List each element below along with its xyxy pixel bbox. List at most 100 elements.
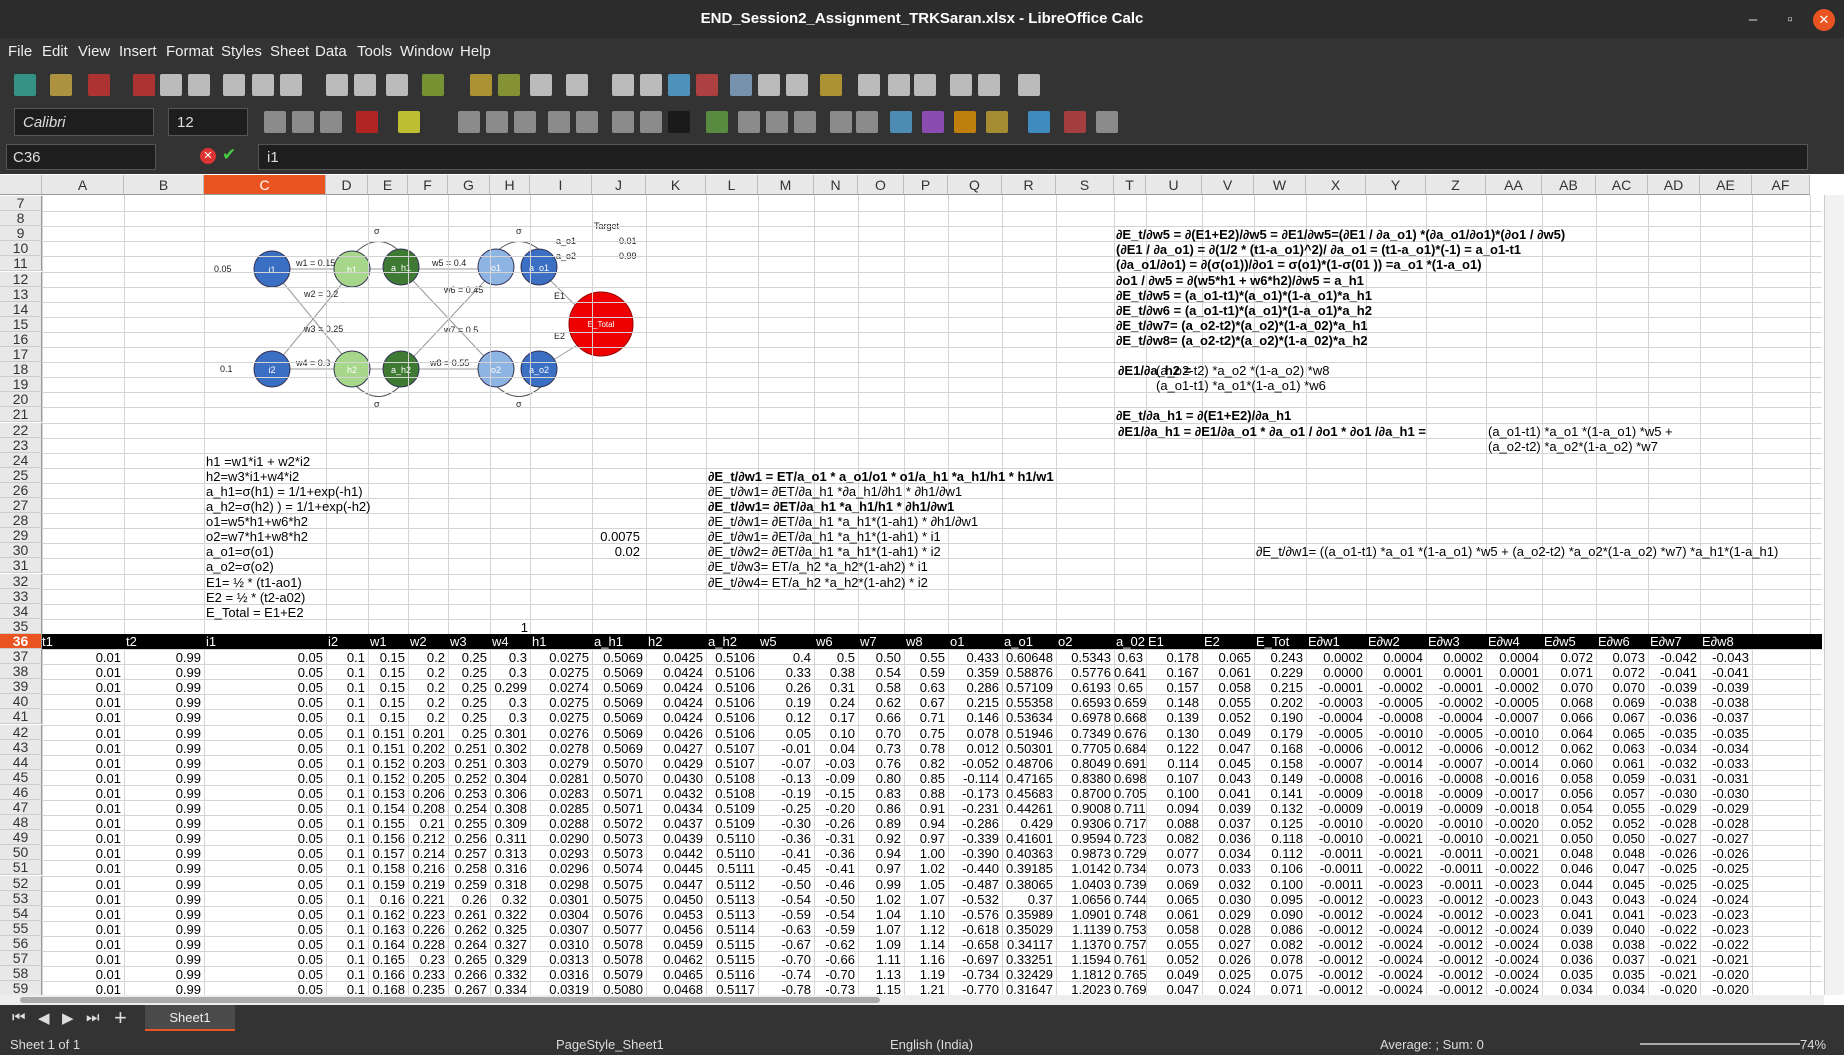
table-cell[interactable]: 0.251: [448, 756, 487, 771]
table-cell[interactable]: -0.0012: [1426, 892, 1483, 907]
freeze-icon[interactable]: [950, 74, 972, 96]
table-cell[interactable]: -0.59: [758, 907, 811, 922]
header-E1[interactable]: E1: [1148, 634, 1164, 649]
col-header-AF[interactable]: AF: [1752, 175, 1810, 195]
table-cell[interactable]: -0.020: [1700, 967, 1749, 982]
table-cell[interactable]: 0.033: [1202, 861, 1251, 876]
del-decimal-icon[interactable]: [856, 111, 878, 133]
table-cell[interactable]: 0.304: [490, 771, 527, 786]
row-header-45[interactable]: 45: [0, 769, 42, 785]
align-bottom-icon[interactable]: [668, 111, 690, 133]
table-cell[interactable]: 0.92: [858, 831, 901, 846]
table-cell[interactable]: -0.0018: [1366, 786, 1423, 801]
col-header-B[interactable]: B: [124, 175, 204, 195]
spreadsheet-grid[interactable]: i1 i2 h1 a_h1 h2 a_h2 o1 a_o1 o2 a_o2 E_Total w1 = …: [0, 175, 1844, 995]
conditional-icon[interactable]: [1064, 111, 1086, 133]
row-header-26[interactable]: 26: [0, 482, 42, 498]
table-cell[interactable]: -0.0021: [1366, 831, 1423, 846]
table-cell[interactable]: 0.325: [490, 922, 527, 937]
table-cell[interactable]: 0.057: [1596, 786, 1645, 801]
table-cell[interactable]: -0.59: [814, 922, 855, 937]
table-cell[interactable]: 0.286: [948, 680, 999, 695]
table-cell[interactable]: 0.163: [368, 922, 405, 937]
table-cell[interactable]: 0.5069: [592, 680, 643, 695]
table-cell[interactable]: 0.99: [124, 786, 201, 801]
table-cell[interactable]: 0.57109: [1002, 680, 1053, 695]
zoom-slider[interactable]: [1640, 1043, 1800, 1045]
table-cell[interactable]: 0.045: [1596, 877, 1645, 892]
row-header-28[interactable]: 28: [0, 512, 42, 529]
table-cell[interactable]: 0.216: [408, 861, 445, 876]
table-cell[interactable]: 0.070: [1596, 680, 1645, 695]
table-cell[interactable]: 0.60648: [1002, 650, 1053, 665]
table-cell[interactable]: 1.10: [904, 907, 945, 922]
table-cell[interactable]: 0.0004: [1486, 650, 1539, 665]
open-icon[interactable]: [50, 74, 72, 96]
table-cell[interactable]: 0.0275: [530, 695, 589, 710]
table-cell[interactable]: 0.148: [1146, 695, 1199, 710]
col-header-S[interactable]: S: [1056, 175, 1114, 195]
date-icon[interactable]: [794, 111, 816, 133]
table-cell[interactable]: 0.729: [1114, 846, 1147, 861]
table-cell[interactable]: -0.0012: [1306, 892, 1363, 907]
table-cell[interactable]: 0.33: [758, 665, 811, 680]
table-cell[interactable]: 0.065: [1146, 892, 1199, 907]
table-cell[interactable]: 0.55358: [1002, 695, 1053, 710]
table-cell[interactable]: 0.049: [1146, 967, 1199, 982]
table-cell[interactable]: 0.5776: [1056, 665, 1111, 680]
table-cell[interactable]: 0.0001: [1366, 665, 1423, 680]
table-cell[interactable]: 0.48706: [1002, 756, 1053, 771]
table-cell[interactable]: 0.01: [42, 892, 121, 907]
table-cell[interactable]: 0.1: [326, 801, 365, 816]
table-cell[interactable]: -0.0012: [1306, 907, 1363, 922]
outdent-icon[interactable]: [922, 111, 944, 133]
spelling-icon[interactable]: [470, 74, 492, 96]
table-cell[interactable]: 0.75: [904, 726, 945, 741]
split-icon[interactable]: [978, 74, 1000, 96]
table-cell[interactable]: 0.5106: [706, 726, 755, 741]
table-cell[interactable]: 0.5080: [592, 982, 643, 995]
table-cell[interactable]: -0.0020: [1366, 816, 1423, 831]
table-cell[interactable]: 0.5113: [706, 892, 755, 907]
table-cell[interactable]: 0.01: [42, 922, 121, 937]
table-cell[interactable]: 0.039: [1542, 922, 1593, 937]
table-cell[interactable]: 0.0434: [646, 801, 703, 816]
table-cell[interactable]: 0.0274: [530, 680, 589, 695]
table-cell[interactable]: 0.233: [408, 967, 445, 982]
row-header-40[interactable]: 40: [0, 694, 42, 710]
row-header-13[interactable]: 13: [0, 286, 42, 302]
vertical-scrollbar[interactable]: [1824, 195, 1844, 995]
menu-view[interactable]: View: [78, 43, 110, 60]
row-header-34[interactable]: 34: [0, 603, 42, 619]
clear-icon[interactable]: [354, 74, 376, 96]
table-cell[interactable]: 1.13: [858, 967, 901, 982]
table-cell[interactable]: -0.339: [948, 831, 999, 846]
table-cell[interactable]: -0.67: [758, 937, 811, 952]
table-cell[interactable]: -0.114: [948, 771, 999, 786]
table-cell[interactable]: 0.15: [368, 650, 405, 665]
header-w3[interactable]: w3: [450, 634, 467, 649]
table-cell[interactable]: 0.0429: [646, 756, 703, 771]
table-cell[interactable]: 0.026: [1202, 952, 1251, 967]
table-cell[interactable]: 0.235: [408, 982, 445, 995]
table-cell[interactable]: -0.41: [814, 861, 855, 876]
table-cell[interactable]: -0.0024: [1366, 952, 1423, 967]
table-cell[interactable]: 0.99: [124, 892, 201, 907]
row-header-14[interactable]: 14: [0, 301, 42, 317]
table-cell[interactable]: 0.15: [368, 695, 405, 710]
table-cell[interactable]: 0.757: [1114, 937, 1147, 952]
table-cell[interactable]: 0.01: [42, 877, 121, 892]
table-cell[interactable]: 0.201: [408, 726, 445, 741]
table-cell[interactable]: 0.100: [1146, 786, 1199, 801]
table-cell[interactable]: 1.04: [858, 907, 901, 922]
table-cell[interactable]: 0.5110: [706, 831, 755, 846]
table-cell[interactable]: 0.1: [326, 982, 365, 995]
table-cell[interactable]: 0.212: [408, 831, 445, 846]
table-cell[interactable]: 0.05: [204, 907, 323, 922]
table-cell[interactable]: 0.064: [1542, 726, 1593, 741]
row-header-51[interactable]: 51: [0, 860, 42, 876]
col-header-G[interactable]: G: [448, 175, 490, 195]
table-cell[interactable]: 0.01: [42, 786, 121, 801]
table-cell[interactable]: -0.74: [758, 967, 811, 982]
table-cell[interactable]: 0.043: [1202, 771, 1251, 786]
